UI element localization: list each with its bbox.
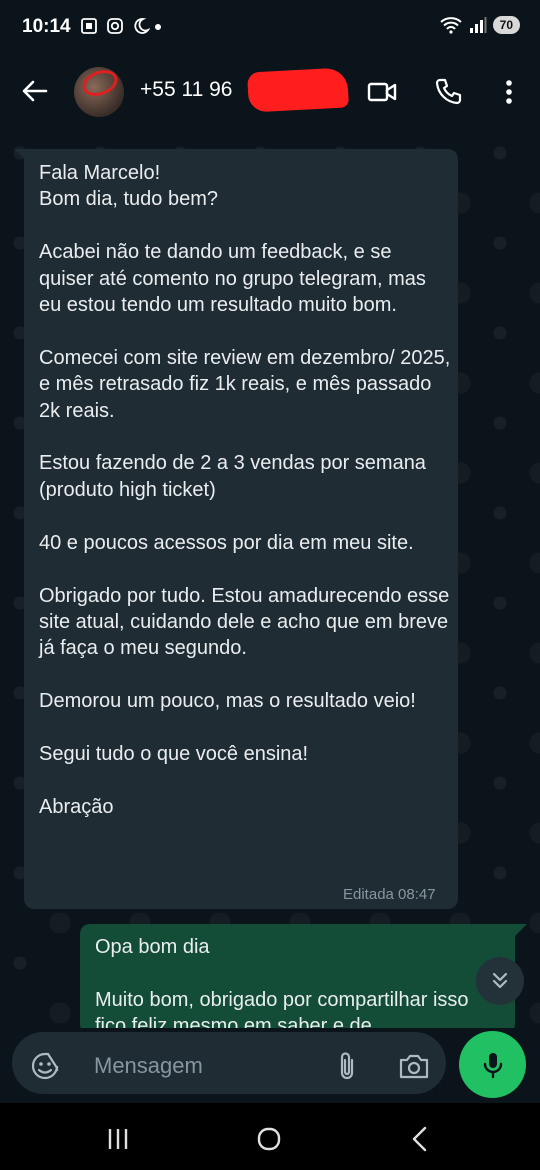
moon-icon xyxy=(134,18,150,34)
home-icon[interactable] xyxy=(255,1125,283,1153)
status-bar: 10:14 70 xyxy=(0,0,540,56)
paperclip-icon[interactable] xyxy=(332,1050,362,1082)
camera-icon[interactable] xyxy=(398,1051,430,1081)
phone-icon[interactable] xyxy=(433,76,465,108)
battery-indicator: 70 xyxy=(492,16,520,34)
incoming-message-text: Fala Marcelo! Bom dia, tudo bem? Acabei … xyxy=(39,162,451,818)
redaction-scribble xyxy=(247,67,349,113)
chat-header: +55 11 96 xyxy=(0,56,540,133)
message-input-bar xyxy=(0,1028,540,1103)
outgoing-message-text: Opa bom dia Muito bom, obrigado por comp… xyxy=(95,936,469,1034)
contact-name[interactable]: +55 11 96 xyxy=(140,78,232,102)
arrow-back-icon[interactable] xyxy=(20,76,50,106)
status-right: 70 xyxy=(439,15,520,35)
double-chevron-down-icon xyxy=(492,972,508,989)
mic-icon xyxy=(483,1052,502,1078)
instagram-icon xyxy=(107,18,123,34)
status-notification-icons xyxy=(80,17,150,35)
more-vert-icon[interactable] xyxy=(493,76,525,108)
mic-button[interactable] xyxy=(459,1031,526,1098)
message-timestamp: Editada 08:47 xyxy=(343,886,436,903)
outgoing-message-bubble[interactable]: Opa bom dia Muito bom, obrigado por comp… xyxy=(80,924,515,1034)
wifi-icon xyxy=(439,17,462,34)
scroll-to-bottom-button[interactable] xyxy=(476,957,524,1005)
message-input-container xyxy=(12,1032,446,1094)
message-input[interactable] xyxy=(92,1052,326,1080)
status-time: 10:14 xyxy=(22,16,71,37)
sticker-icon[interactable] xyxy=(30,1051,60,1081)
avatar[interactable] xyxy=(74,67,124,117)
screenshot-icon xyxy=(81,18,97,34)
signal-icon xyxy=(469,17,487,33)
back-nav-icon[interactable] xyxy=(406,1125,434,1153)
video-call-icon[interactable] xyxy=(366,76,398,108)
notification-dot xyxy=(155,24,161,30)
recent-apps-icon[interactable] xyxy=(104,1125,132,1153)
outgoing-bubble-tail xyxy=(515,924,527,936)
system-nav-bar xyxy=(0,1103,540,1170)
